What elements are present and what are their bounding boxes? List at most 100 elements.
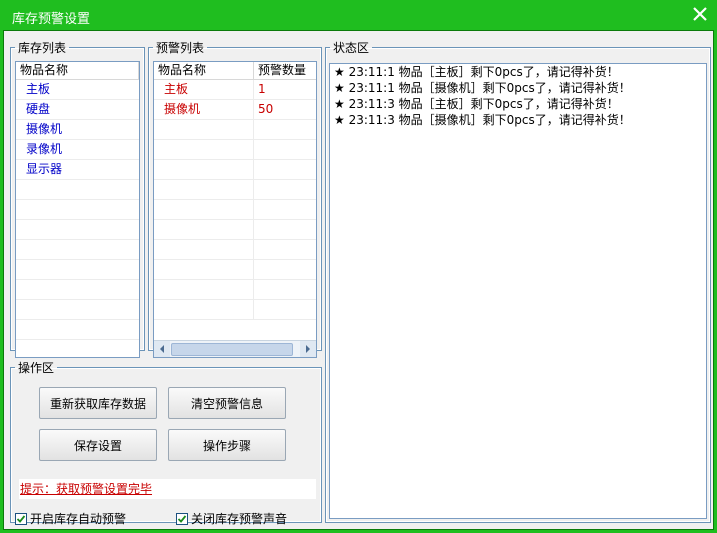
- inventory-list-header: 物品名称: [16, 62, 139, 80]
- list-item[interactable]: [16, 280, 139, 300]
- table-row[interactable]: [154, 180, 316, 200]
- empty-cell: [254, 300, 316, 319]
- arrow-right-icon: [306, 345, 310, 353]
- empty-cell: [154, 200, 254, 219]
- empty-cell: [16, 300, 139, 319]
- list-item[interactable]: 录像机: [16, 140, 139, 160]
- status-log[interactable]: ★ 23:11:1 物品［主板］剩下0pcs了，请记得补货！ ★ 23:11:1 …: [329, 63, 707, 519]
- scroll-left-button[interactable]: [154, 341, 170, 357]
- status-log-line: ★ 23:11:1 物品［主板］剩下0pcs了，请记得补货！: [334, 65, 619, 79]
- warning-list-header: 物品名称 预警数量: [154, 62, 316, 80]
- empty-cell: [154, 220, 254, 239]
- empty-cell: [154, 120, 254, 139]
- check-icon: [16, 514, 26, 523]
- empty-cell: [16, 320, 139, 339]
- inventory-item-name: 主板: [26, 82, 51, 96]
- inventory-group: 库存列表 物品名称 主板硬盘摄像机录像机显示器: [10, 39, 145, 358]
- status-log-line: ★ 23:11:3 物品［主板］剩下0pcs了，请记得补货！: [334, 97, 619, 111]
- list-item[interactable]: 显示器: [16, 160, 139, 180]
- inventory-item-name: 摄像机: [26, 122, 63, 136]
- operations-group: 操作区 重新获取库存数据 清空预警信息 保存设置 操作步骤 提示：获取预警设置完…: [10, 359, 322, 526]
- list-item[interactable]: [16, 220, 139, 240]
- empty-cell: [254, 180, 316, 199]
- list-item[interactable]: 摄像机: [16, 120, 139, 140]
- list-item[interactable]: [16, 200, 139, 220]
- table-row[interactable]: [154, 220, 316, 240]
- empty-cell: [154, 300, 254, 319]
- auto-warning-checkbox[interactable]: 开启库存自动预警: [15, 510, 126, 527]
- warning-item-qty: 1: [258, 82, 266, 96]
- window-title: 库存预警设置: [12, 12, 91, 27]
- table-row[interactable]: 主板 1: [154, 80, 316, 100]
- empty-cell: [16, 280, 139, 299]
- table-row[interactable]: [154, 200, 316, 220]
- table-row[interactable]: [154, 260, 316, 280]
- inventory-item-name: 显示器: [26, 162, 63, 176]
- warning-legend: 预警列表: [156, 41, 205, 55]
- inventory-list[interactable]: 物品名称 主板硬盘摄像机录像机显示器: [15, 61, 140, 358]
- empty-cell: [254, 220, 316, 239]
- warning-group: 预警列表 物品名称 预警数量 主板 1 摄像机 50: [148, 39, 322, 358]
- list-item[interactable]: [16, 240, 139, 260]
- empty-cell: [154, 280, 254, 299]
- list-item[interactable]: [16, 320, 139, 340]
- status-log-line: ★ 23:11:3 物品［摄像机］剩下0pcs了，请记得补货！: [334, 113, 631, 127]
- table-row[interactable]: [154, 140, 316, 160]
- horizontal-scrollbar[interactable]: [154, 340, 316, 357]
- empty-cell: [254, 260, 316, 279]
- warning-rows: 主板 1 摄像机 50: [154, 80, 316, 320]
- table-row[interactable]: [154, 240, 316, 260]
- table-row[interactable]: [154, 300, 316, 320]
- close-button[interactable]: [689, 3, 711, 25]
- empty-cell: [16, 180, 139, 199]
- save-settings-button[interactable]: 保存设置: [39, 429, 157, 461]
- table-row[interactable]: 摄像机 50: [154, 100, 316, 120]
- client-area: 库存列表 物品名称 主板 硬盘 摄像机 录像机 显示器 预警列表 物品名称 预警数量 主…: [3, 30, 714, 530]
- scroll-right-button[interactable]: [300, 341, 316, 357]
- operations-legend: 操作区: [18, 361, 55, 375]
- status-log-line: ★ 23:11:1 物品［摄像机］剩下0pcs了，请记得补货！: [334, 81, 631, 95]
- list-item[interactable]: [16, 260, 139, 280]
- empty-cell: [254, 120, 316, 139]
- empty-cell: [154, 260, 254, 279]
- status-legend: 状态区: [333, 41, 370, 55]
- mute-sound-label: 关闭库存预警声音: [191, 512, 288, 526]
- empty-cell: [16, 240, 139, 259]
- inventory-rows: 主板硬盘摄像机录像机显示器: [16, 80, 139, 340]
- mute-sound-checkbox-box[interactable]: [176, 512, 188, 525]
- inventory-item-name: 录像机: [26, 142, 63, 156]
- operation-steps-button[interactable]: 操作步骤: [168, 429, 286, 461]
- empty-cell: [254, 140, 316, 159]
- list-item[interactable]: 主板: [16, 80, 139, 100]
- status-log-lines: ★ 23:11:1 物品［主板］剩下0pcs了，请记得补货！ ★ 23:11:1 …: [330, 64, 706, 128]
- empty-cell: [254, 240, 316, 259]
- warning-list[interactable]: 物品名称 预警数量 主板 1 摄像机 50: [153, 61, 317, 358]
- empty-cell: [154, 140, 254, 159]
- list-item[interactable]: 硬盘: [16, 100, 139, 120]
- clear-warning-button[interactable]: 清空预警信息: [168, 387, 286, 419]
- warning-item-qty: 50: [258, 102, 274, 116]
- scroll-thumb[interactable]: [171, 343, 293, 356]
- list-item[interactable]: [16, 180, 139, 200]
- column-header-item-name[interactable]: 物品名称: [16, 62, 139, 79]
- table-row[interactable]: [154, 280, 316, 300]
- auto-warning-checkbox-box[interactable]: [15, 512, 27, 525]
- mute-sound-checkbox[interactable]: 关闭库存预警声音: [176, 510, 287, 527]
- title-bar: 库存预警设置: [0, 0, 717, 30]
- inventory-legend: 库存列表: [18, 41, 67, 55]
- empty-cell: [16, 200, 139, 219]
- warning-item-name: 主板: [154, 80, 254, 99]
- empty-cell: [254, 200, 316, 219]
- refresh-inventory-button[interactable]: 重新获取库存数据: [39, 387, 157, 419]
- empty-cell: [154, 240, 254, 259]
- table-row[interactable]: [154, 120, 316, 140]
- close-icon: [693, 7, 707, 21]
- empty-cell: [154, 160, 254, 179]
- empty-cell: [254, 160, 316, 179]
- list-item[interactable]: [16, 300, 139, 320]
- column-header-warning-qty[interactable]: 预警数量: [254, 62, 316, 79]
- empty-cell: [254, 280, 316, 299]
- column-header-item-name[interactable]: 物品名称: [154, 62, 254, 79]
- empty-cell: [16, 220, 139, 239]
- table-row[interactable]: [154, 160, 316, 180]
